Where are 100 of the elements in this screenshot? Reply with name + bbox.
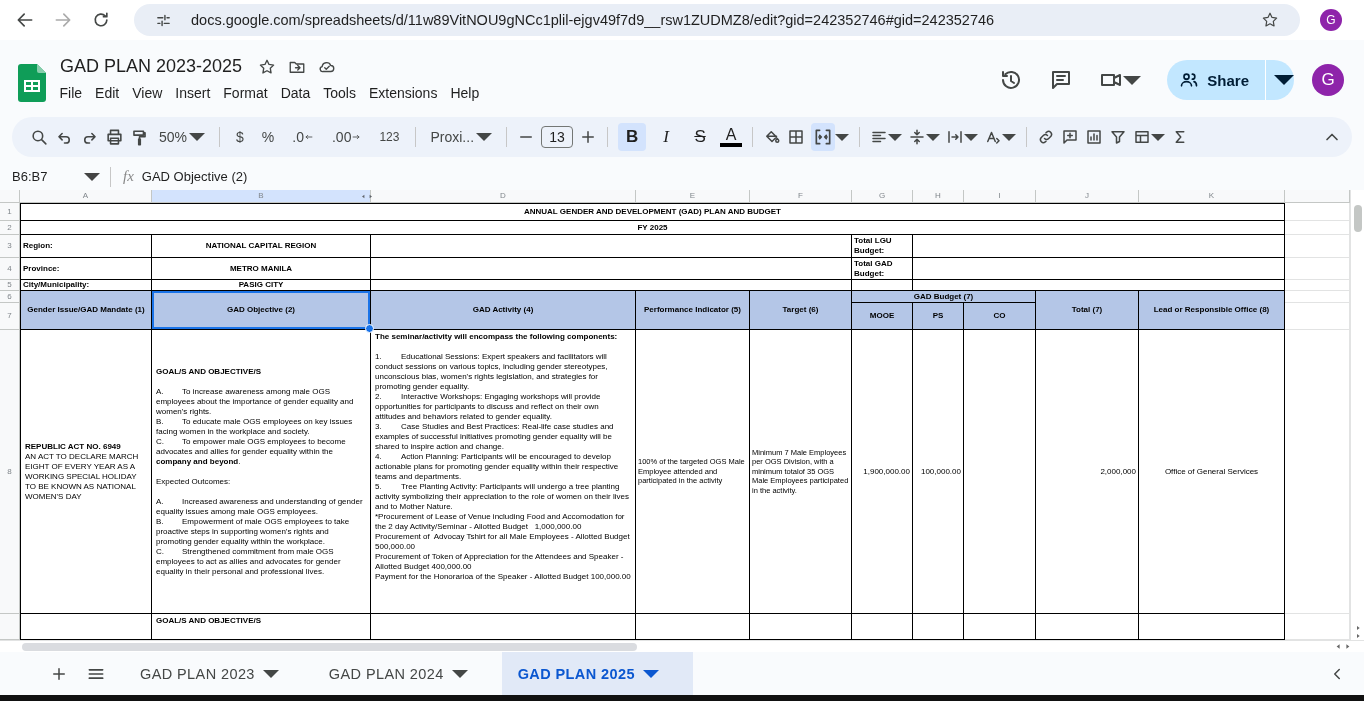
text-color-button[interactable]: A [720,127,743,147]
caret-icon[interactable] [835,133,850,141]
strikethrough-button[interactable]: S [686,123,715,151]
row-number[interactable]: 8 [0,330,20,614]
borders-icon[interactable] [787,128,806,146]
column-header[interactable]: J [1036,190,1139,203]
menu-item[interactable]: Help [443,83,486,103]
fiscal-year: FY 2025 [20,221,1285,235]
caret-icon[interactable] [926,133,941,141]
empty-cell[interactable] [913,235,1285,258]
number-format-button[interactable]: .00 [325,129,368,145]
caret-icon[interactable] [964,133,979,141]
document-title[interactable]: GAD PLAN 2023-2025 [60,56,243,77]
font-dropdown[interactable]: Proxi... [426,129,497,145]
star-icon[interactable] [1261,11,1279,29]
vertical-align-icon[interactable] [908,128,927,146]
caret-icon [451,669,468,678]
bold-button[interactable]: B [618,123,647,151]
table-cell: 100,000.00 [913,330,964,614]
table-header: Total (7) [1036,291,1139,330]
menu-item[interactable]: Extensions [362,83,444,103]
sheet-tab[interactable]: GAD PLAN 2024 [312,652,502,695]
column-header[interactable]: A [20,190,152,203]
column-header[interactable]: E [636,190,750,203]
table-header: Performance Indicator (5) [636,291,750,330]
table-header: Gender Issue/GAD Mandate (1) [20,291,152,330]
table-cell: GOAL/S AND OBJECTIVE/S A. To increase awareness among male OGS employees about the importance of gender equality and women's rights. B. To educate male OGS employees on key issues facing women in the workplace and society. C. To empower male OGS employees to become advocates and allies for gender equality within the company and beyond. Expected Outcomes: A. Increased awareness and understanding of gender equality issues among male OGS employees. B. Empowerment of male OGS employees to take proactive steps in supporting women's rights and promoting gender equality within the workplace. C. Strengthened commitment from male OGS employees to act as allies and advocates for gender equality in their personal and professional lives. [152,330,371,614]
empty-cell[interactable] [371,258,852,280]
field-label: Total GAD Budget: [852,258,913,280]
field-label: Total LGU Budget: [852,235,913,258]
column-header[interactable]: I [964,190,1036,203]
menu-item[interactable]: View [125,83,169,103]
menu-item[interactable]: Data [274,83,317,103]
caret-icon[interactable] [1123,75,1142,85]
number-format-button[interactable]: % [255,129,281,145]
table-icon[interactable] [1133,128,1152,146]
table-header: GAD Objective (2) [152,291,371,330]
field-value: METRO MANILA [152,258,371,280]
add-comment-icon[interactable] [1061,128,1080,146]
filter-icon[interactable] [1109,128,1128,146]
formula-field[interactable]: GAD Objective (2) [141,169,248,184]
share-button[interactable]: Share [1167,60,1294,100]
empty-cell[interactable] [371,235,852,258]
row-number[interactable]: 4 [0,258,20,280]
row-number[interactable]: 1 [0,203,20,221]
sheets-logo[interactable] [18,64,46,102]
row-number[interactable]: 2 [0,221,20,235]
menu-item[interactable]: Format [216,83,275,103]
table-cell: 1,900,000.00 [852,330,913,614]
caret-icon[interactable] [1151,133,1166,141]
empty-cell[interactable] [913,258,1285,280]
number-format-button[interactable]: .0 [286,129,320,145]
column-header[interactable]: G [852,190,913,203]
zoom-dropdown[interactable]: 50% [155,129,210,145]
caret-icon[interactable] [1002,133,1017,141]
caret-icon[interactable] [84,172,100,181]
column-header[interactable]: H [913,190,964,203]
italic-button[interactable]: I [652,123,681,151]
table-header: GAD Activity (4) [371,291,636,330]
back-icon[interactable] [15,10,35,30]
reload-icon[interactable] [91,10,111,30]
menu-item[interactable]: File [53,83,89,103]
field-label: Region: [20,235,152,258]
caret-icon[interactable] [888,133,903,141]
row-number[interactable]: 3 [0,235,20,258]
row-number[interactable]: 7 [0,303,20,330]
menu-item[interactable]: Edit [88,83,126,103]
star-icon[interactable] [258,57,277,76]
number-format-button[interactable]: 123 [373,130,406,144]
name-box[interactable]: B6:B7 [0,169,84,184]
table-header: GAD Budget (7) [852,291,1036,303]
paint-format-icon[interactable] [130,127,149,147]
menu-item[interactable]: Tools [316,83,363,103]
sheet-title: ANNUAL GENDER AND DEVELOPMENT (GAD) PLAN AND BUDGET [20,203,1285,221]
caret-icon [262,669,279,678]
table-header: PS [913,303,964,330]
font-size-field[interactable]: 13 [541,126,574,148]
hidden-columns-arrows-icon[interactable] [360,193,374,200]
chart-icon[interactable] [1085,128,1104,146]
print-icon[interactable] [105,127,124,147]
vertical-scrollbar-thumb[interactable] [1353,205,1362,232]
merge-cells-button[interactable] [811,123,836,151]
account-avatar[interactable]: G [1312,64,1344,96]
field-label: Province: [20,258,152,280]
search-icon[interactable] [30,127,49,147]
profile-avatar[interactable]: G [1320,9,1342,31]
sheet-tab[interactable]: GAD PLAN 2025 [501,652,693,695]
sheet-tab[interactable]: GAD PLAN 2023 [124,652,313,695]
column-header[interactable]: F [750,190,852,203]
column-header[interactable]: D [371,190,636,203]
row-number[interactable]: 5 [0,280,20,291]
fill-color-icon[interactable] [763,128,782,146]
number-format-button[interactable]: $ [230,129,250,145]
row-number[interactable]: 6 [0,291,20,303]
table-cell: REPUBLIC ACT NO. 6949 AN ACT TO DECLARE MARCH EIGHT OF EVERY YEAR AS A WORKING SPECIAL HOLIDAY TO BE KNOWN AS NATIONAL WOMEN'S DAY [20,330,152,614]
menu-item[interactable]: Insert [168,83,217,103]
column-header[interactable]: K [1139,190,1285,203]
text-wrap-icon[interactable] [946,128,965,146]
table-header: CO [964,303,1036,330]
horizontal-scrollbar-thumb[interactable] [22,642,637,651]
